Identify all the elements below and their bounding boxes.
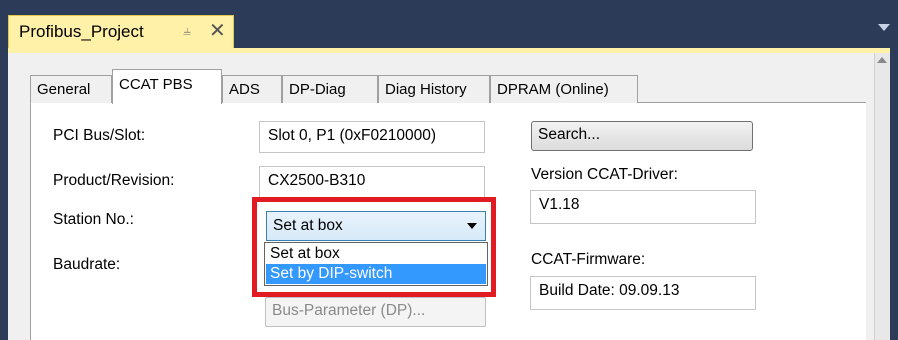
window-edge bbox=[890, 48, 898, 340]
tab-label: CCAT PBS bbox=[119, 76, 193, 93]
product-revision-field: CX2500-B310 bbox=[259, 166, 485, 198]
bus-parameter-button[interactable]: Bus-Parameter (DP)... bbox=[265, 297, 486, 327]
pci-bus-slot-label: PCI Bus/Slot: bbox=[53, 127, 146, 144]
tab-label: ADS bbox=[229, 81, 260, 98]
window-menu-dropdown-icon[interactable] bbox=[878, 24, 890, 31]
search-button[interactable]: Search... bbox=[531, 121, 753, 151]
pin-icon[interactable]: ⫨ bbox=[183, 22, 191, 39]
tab-label: General bbox=[37, 81, 91, 98]
highlight-frame bbox=[252, 197, 496, 297]
close-icon[interactable]: ✕ bbox=[209, 18, 226, 43]
vertical-scrollbar[interactable] bbox=[874, 53, 890, 340]
station-no-label: Station No.: bbox=[53, 211, 134, 228]
tab-label: DPRAM (Online) bbox=[497, 81, 609, 98]
baudrate-label: Baudrate: bbox=[53, 256, 121, 273]
scroll-up-icon[interactable] bbox=[877, 57, 887, 63]
document-tab-title: Profibus_Project bbox=[19, 22, 144, 41]
tab-general[interactable]: General bbox=[30, 75, 112, 103]
ccat-driver-version-field: V1.18 bbox=[530, 190, 756, 224]
ccat-driver-version-label: Version CCAT-Driver: bbox=[531, 166, 678, 183]
tab-ads[interactable]: ADS bbox=[222, 75, 282, 103]
tab-dp-diag[interactable]: DP-Diag bbox=[282, 75, 378, 103]
document-tab[interactable]: Profibus_Project ⫨ ✕ bbox=[8, 15, 234, 50]
tab-diag-history[interactable]: Diag History bbox=[378, 75, 490, 103]
tab-label: Diag History bbox=[385, 81, 467, 98]
tab-dpram-online[interactable]: DPRAM (Online) bbox=[490, 75, 638, 103]
pci-bus-slot-field: Slot 0, P1 (0xF0210000) bbox=[259, 121, 485, 153]
tab-label: DP-Diag bbox=[289, 81, 346, 98]
ccat-firmware-label: CCAT-Firmware: bbox=[531, 251, 646, 268]
tab-ccat-pbs[interactable]: CCAT PBS bbox=[112, 69, 222, 104]
product-revision-label: Product/Revision: bbox=[53, 172, 175, 189]
ccat-firmware-field: Build Date: 09.09.13 bbox=[530, 276, 756, 310]
